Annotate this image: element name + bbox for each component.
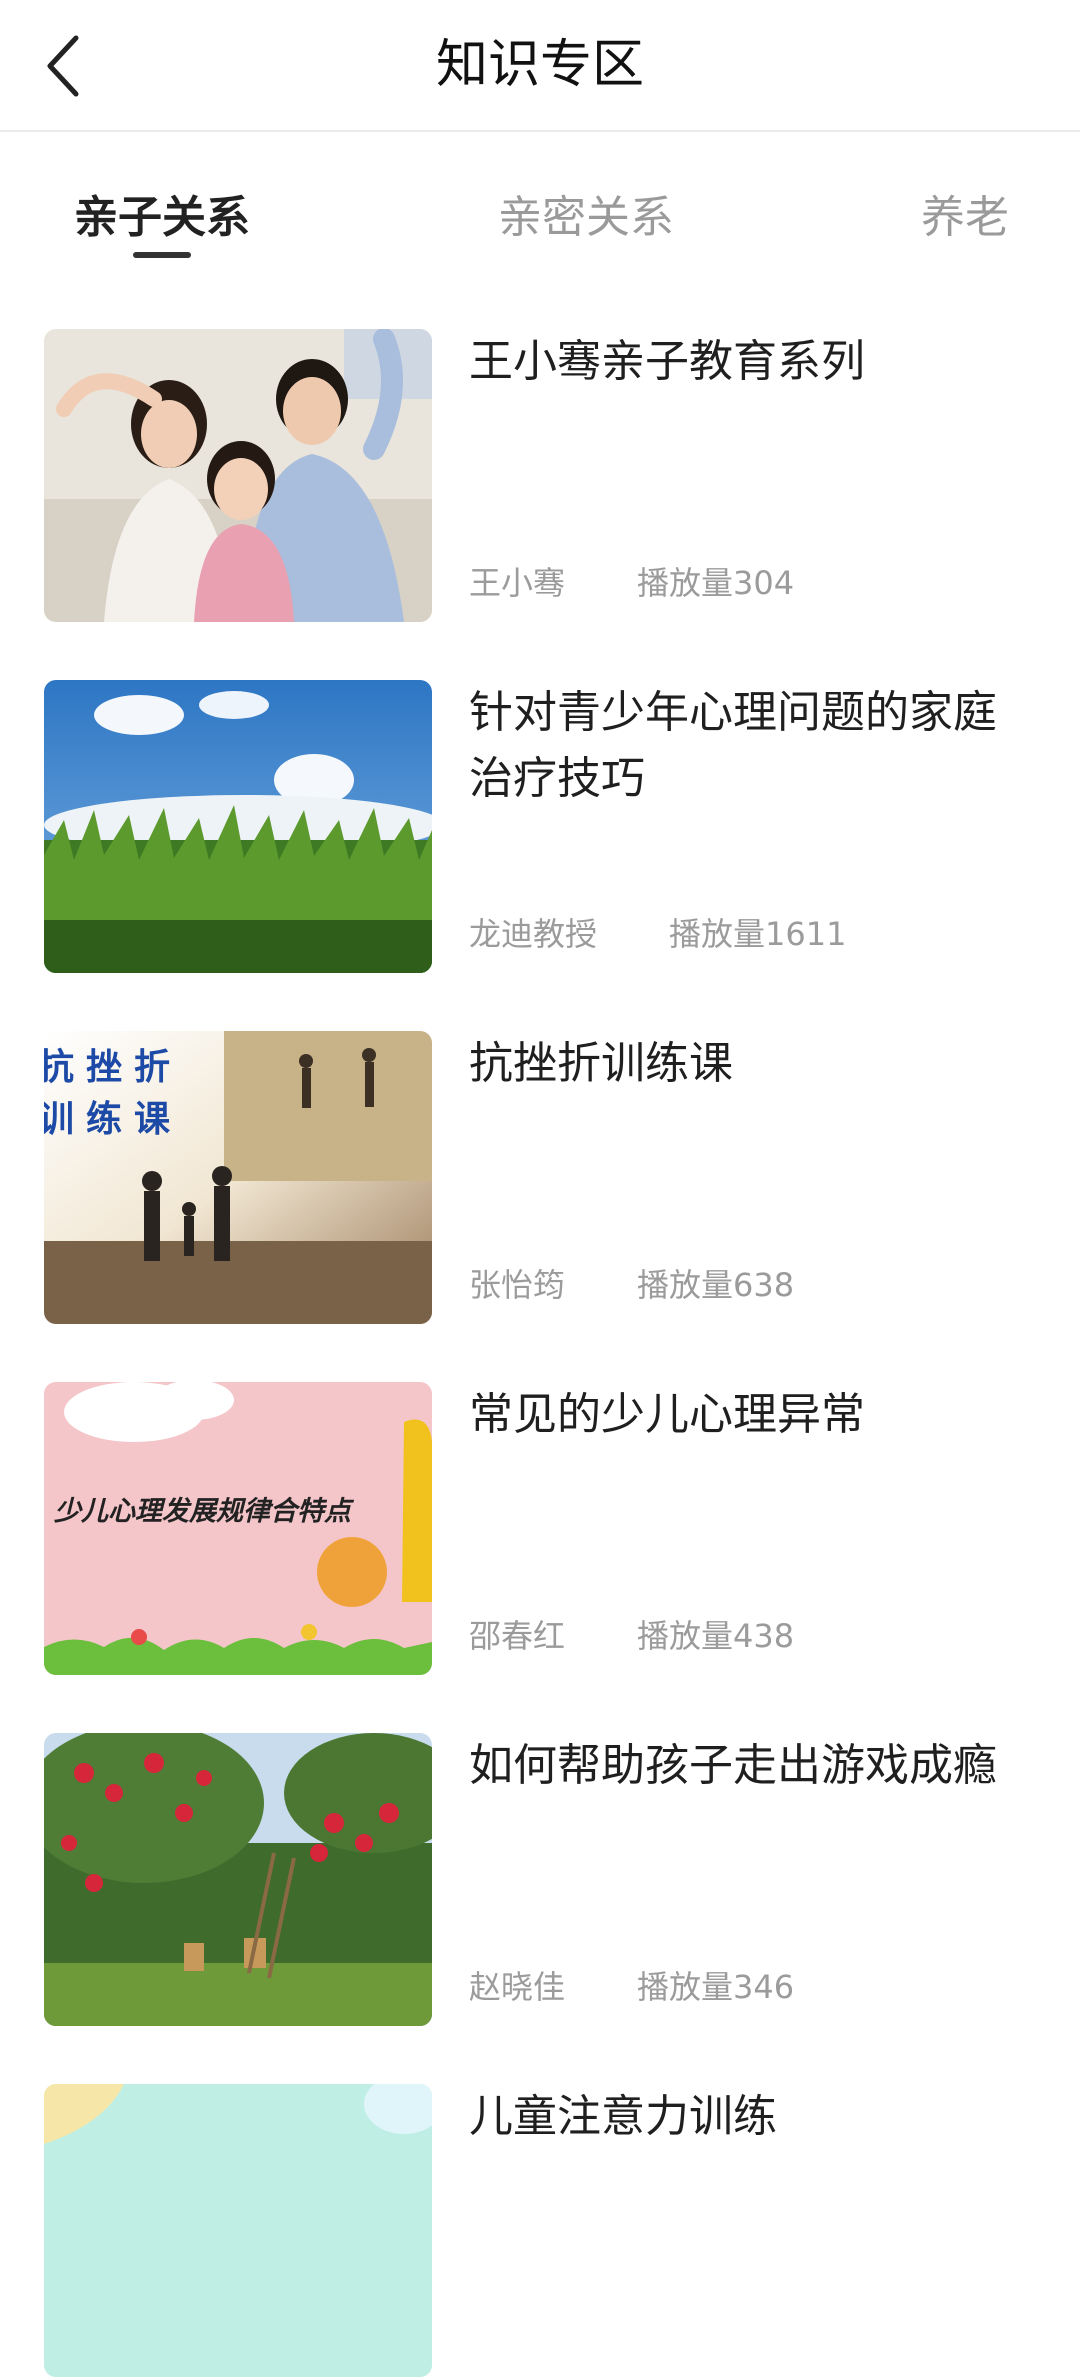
thumbnail-caption: 少儿心理发展规律合特点	[54, 1496, 351, 1527]
course-title: 针对青少年心理问题的家庭治疗技巧	[469, 687, 997, 804]
course-meta: 邵春红 播放量438	[469, 1614, 794, 1658]
course-thumbnail[interactable]: 少儿心理发展规律合特点	[44, 1382, 432, 1675]
corn-field-image	[44, 680, 432, 973]
course-title: 如何帮助孩子走出游戏成瘾	[469, 1740, 997, 1791]
course-meta: 赵晓佳 播放量346	[469, 1965, 794, 2009]
list-item[interactable]: 抗挫折 训练课 抗挫折训练课 张怡筠 播放量638	[0, 1031, 1080, 1326]
course-thumbnail[interactable]	[44, 329, 432, 622]
course-title: 儿童注意力训练	[469, 2091, 777, 2142]
author-name: 王小骞	[469, 564, 566, 602]
course-title: 抗挫折训练课	[469, 1038, 733, 1089]
play-count: 播放量1611	[669, 915, 847, 953]
course-title: 王小骞亲子教育系列	[469, 336, 865, 387]
author-name: 张怡筠	[469, 1266, 566, 1304]
play-count: 播放量438	[637, 1617, 795, 1655]
apple-orchard-image	[44, 1733, 432, 2026]
play-count: 播放量304	[637, 564, 795, 602]
teal-cartoon-image	[44, 2084, 432, 2377]
list-item[interactable]: 如何帮助孩子走出游戏成瘾 赵晓佳 播放量346	[0, 1733, 1080, 2028]
course-meta: 王小骞 播放量304	[469, 561, 794, 605]
list-item[interactable]: 儿童注意力训练	[0, 2084, 1080, 2379]
tab-intimate-relationship[interactable]: 亲密关系	[498, 188, 674, 248]
top-app-bar: 知识专区	[0, 0, 1080, 132]
family-photo-image	[44, 329, 432, 622]
category-tabs: 亲子关系 亲密关系 养老	[0, 170, 1080, 270]
tab-parent-child[interactable]: 亲子关系	[74, 188, 250, 248]
play-count: 播放量638	[637, 1266, 795, 1304]
list-item[interactable]: 针对青少年心理问题的家庭治疗技巧 龙迪教授 播放量1611	[0, 680, 1080, 975]
play-count: 播放量346	[637, 1968, 795, 2006]
course-title: 常见的少儿心理异常	[469, 1389, 865, 1440]
course-meta: 张怡筠 播放量638	[469, 1263, 794, 1307]
course-thumbnail[interactable]	[44, 1733, 432, 2026]
author-name: 邵春红	[469, 1617, 566, 1655]
tab-elderly-care[interactable]: 养老	[921, 188, 1009, 248]
list-item[interactable]: 王小骞亲子教育系列 王小骞 播放量304	[0, 329, 1080, 624]
active-tab-indicator	[133, 252, 191, 258]
author-name: 赵晓佳	[469, 1968, 566, 2006]
page-title: 知识专区	[435, 35, 644, 95]
thumbnail-caption: 抗挫折 训练课	[44, 1046, 183, 1140]
course-thumbnail[interactable]: 抗挫折 训练课	[44, 1031, 432, 1324]
author-name: 龙迪教授	[469, 915, 598, 953]
course-meta: 龙迪教授 播放量1611	[469, 912, 846, 956]
course-thumbnail[interactable]	[44, 680, 432, 973]
list-item[interactable]: 少儿心理发展规律合特点 常见的少儿心理异常 邵春红 播放量438	[0, 1382, 1080, 1677]
course-thumbnail[interactable]	[44, 2084, 432, 2377]
